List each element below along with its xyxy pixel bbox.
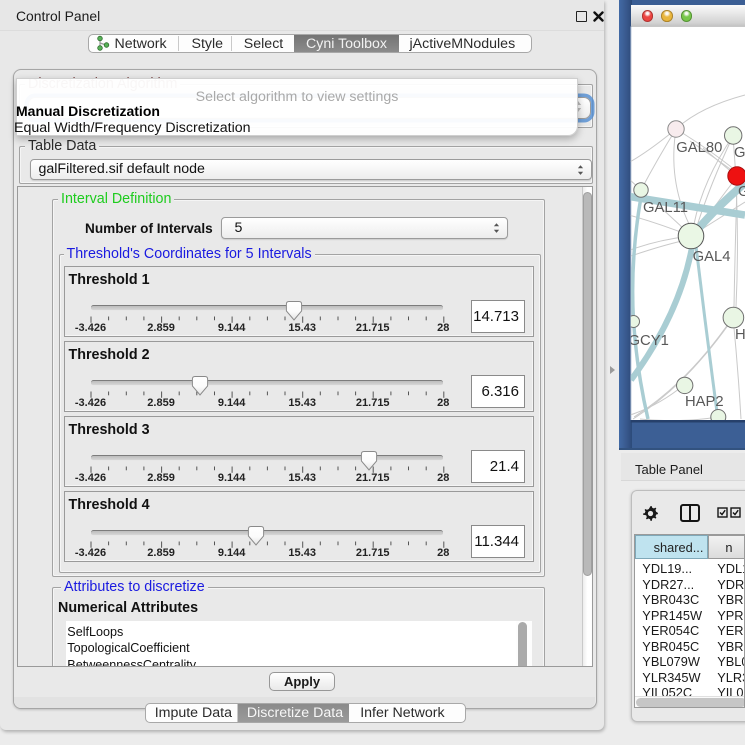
svg-text:GAL4: GAL4 xyxy=(693,249,731,265)
svg-text:HI: HI xyxy=(735,327,745,343)
svg-text:GAL80: GAL80 xyxy=(676,140,722,156)
svg-text:GCY1: GCY1 xyxy=(629,333,669,349)
svg-text:GA: GA xyxy=(734,145,745,161)
svg-text:G: G xyxy=(738,184,745,200)
svg-text:GAL11: GAL11 xyxy=(643,200,688,216)
svg-text:HAP2: HAP2 xyxy=(685,394,724,410)
